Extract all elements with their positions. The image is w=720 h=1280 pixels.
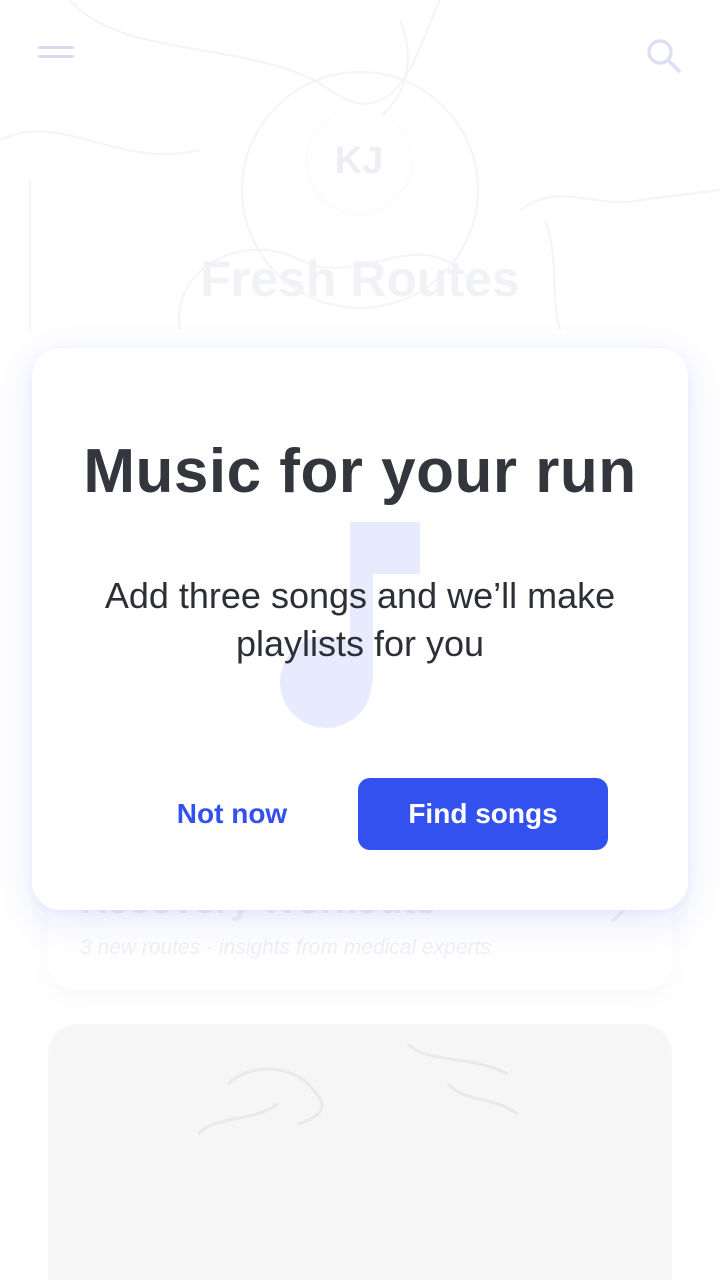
search-button[interactable] <box>644 36 684 76</box>
route-card-subtitle: 3 new routes · insights from medical exp… <box>80 936 491 959</box>
hamburger-menu-icon <box>38 55 74 58</box>
dialog-title: Music for your run <box>83 437 637 506</box>
dialog-message: Add three songs and we’ll make playlists… <box>104 575 616 664</box>
menu-button[interactable] <box>38 46 74 64</box>
search-icon <box>647 39 681 73</box>
find-songs-button[interactable]: Find songs <box>358 778 608 850</box>
avatar-initials: KJ <box>334 139 384 182</box>
not-now-button[interactable]: Not now <box>152 778 312 850</box>
runner-silhouette <box>196 1042 519 1136</box>
music-dialog: Music for your run Add three songs and w… <box>32 348 688 910</box>
hamburger-menu-icon <box>38 46 74 49</box>
avatar[interactable]: KJ <box>308 110 410 212</box>
page-title: Fresh Routes <box>200 251 520 307</box>
workout-photo[interactable] <box>48 1024 672 1280</box>
